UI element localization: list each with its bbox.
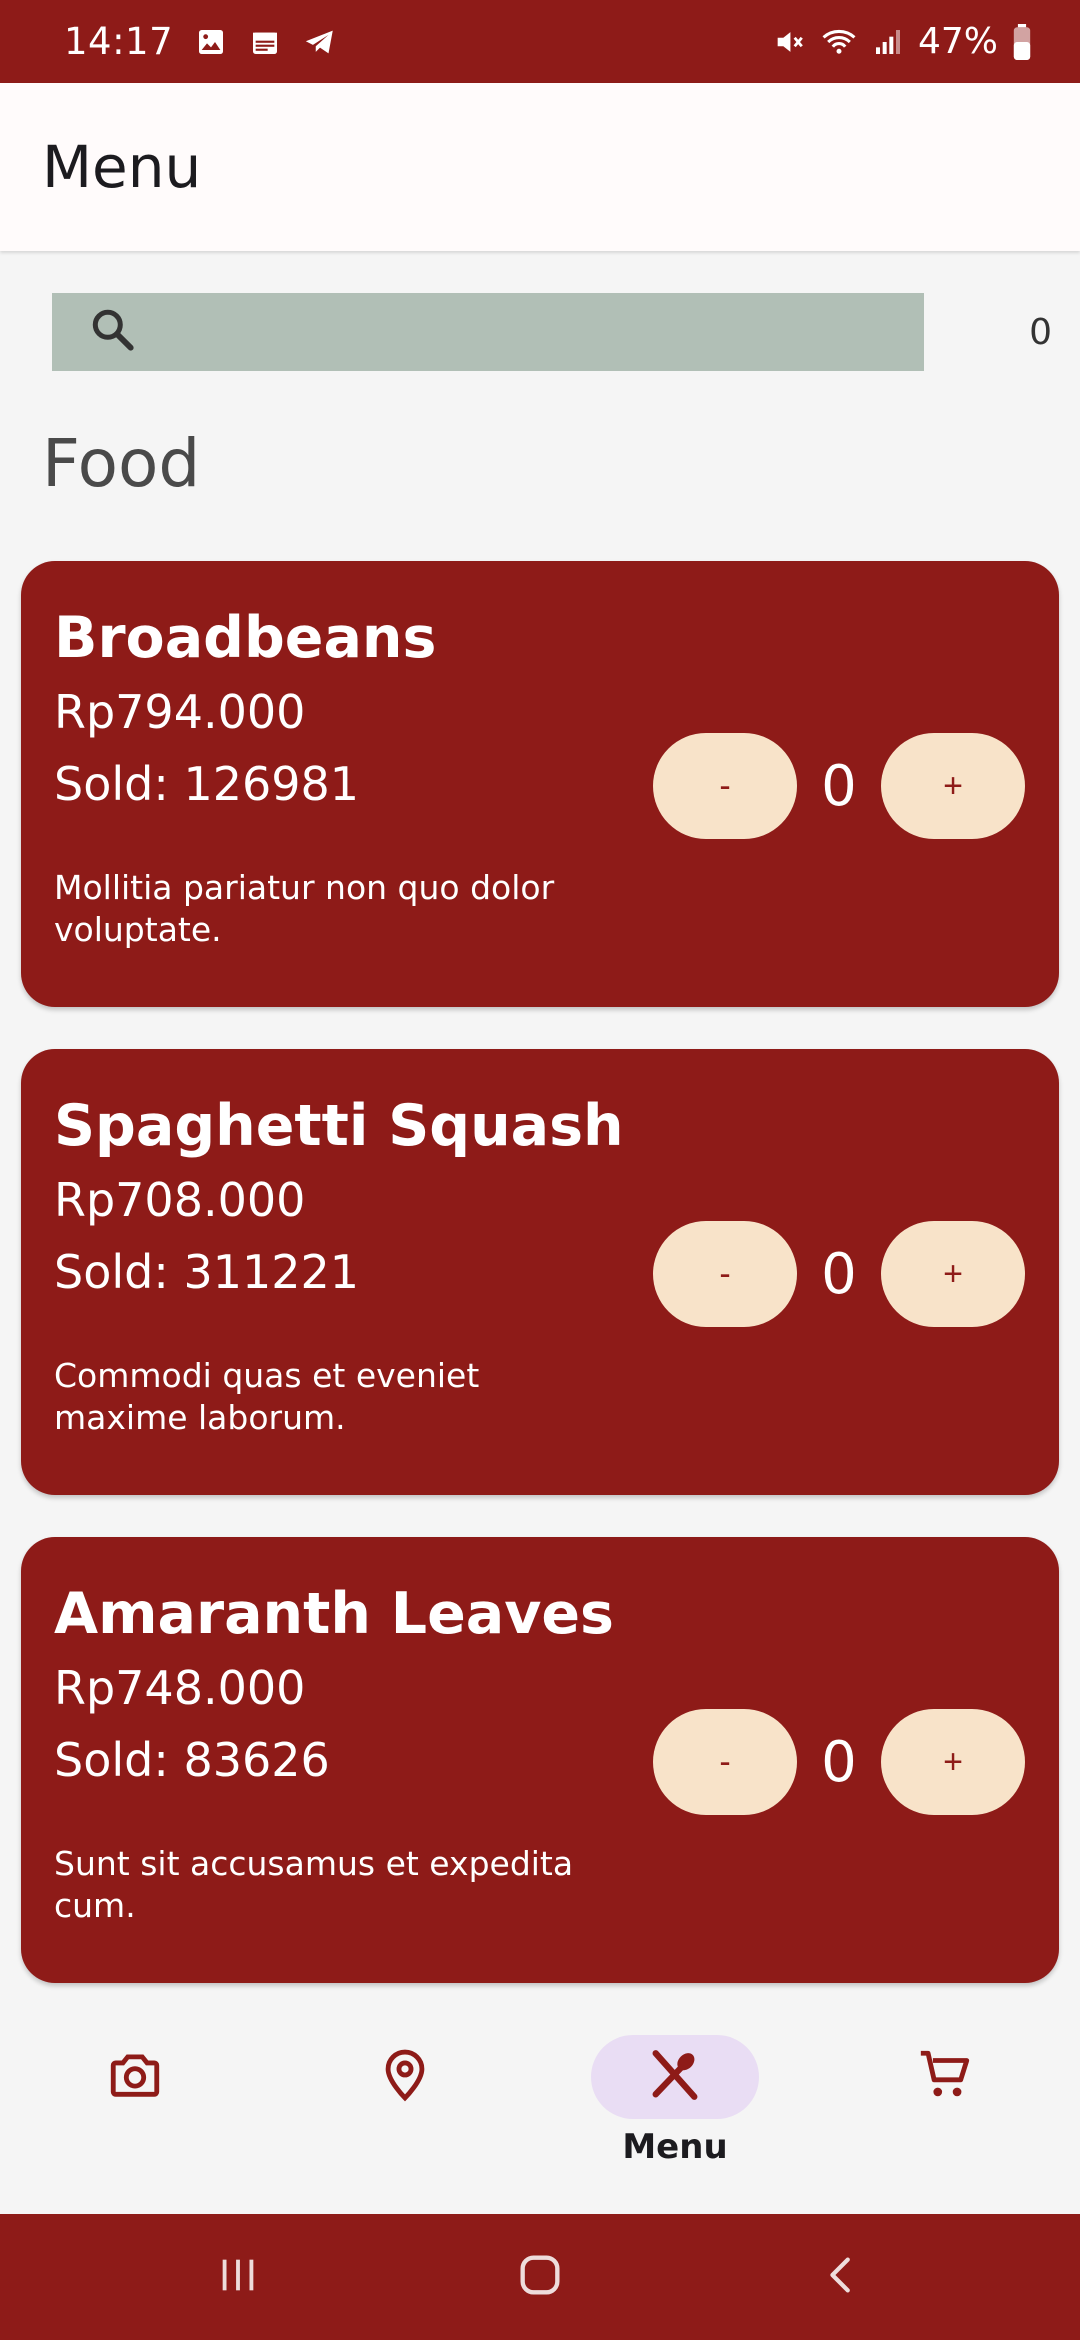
increase-button[interactable]: + [881,1221,1025,1327]
status-bar: 14:17 47% [0,0,1080,83]
mute-icon [772,25,806,59]
recent-apps-button[interactable] [138,2214,338,2340]
quantity-value: 0 [821,1241,857,1307]
telegram-icon [303,25,337,59]
system-navigation-bar [0,2214,1080,2340]
restaurant-icon [646,2046,704,2108]
cart-icon [916,2046,974,2108]
recent-apps-icon [215,2252,261,2302]
quantity-value: 0 [821,1729,857,1795]
nav-item-location[interactable] [270,2002,540,2214]
search-icon [88,305,138,359]
search-input[interactable] [52,293,924,371]
quantity-stepper: - 0 + [653,733,1025,839]
search-row: 0 [52,293,1052,371]
decrease-button[interactable]: - [653,1221,797,1327]
menu-item-card: Broadbeans Rp794.000 Sold: 126981 Mollit… [21,561,1059,1007]
decrease-button[interactable]: - [653,733,797,839]
quantity-stepper: - 0 + [653,1709,1025,1815]
quantity-stepper: - 0 + [653,1221,1025,1327]
location-icon [376,2046,434,2108]
wifi-icon [820,25,858,59]
app-bar: Menu [0,83,1080,251]
status-left: 14:17 [64,20,337,63]
item-price: Rp708.000 [54,1173,306,1227]
signal-icon [872,26,904,58]
gallery-icon [195,26,227,58]
status-time: 14:17 [64,20,174,63]
nav-icon-wrap [321,2035,489,2119]
increase-button[interactable]: + [881,1709,1025,1815]
item-description: Sunt sit accusamus et expedita cum. [54,1844,574,1925]
menu-item-card: Spaghetti Squash Rp708.000 Sold: 311221 … [21,1049,1059,1495]
item-description: Commodi quas et eveniet maxime laborum. [54,1356,480,1437]
page-title: Menu [42,133,202,201]
back-icon [819,2252,865,2302]
nav-icon-wrap [591,2035,759,2119]
nav-item-menu[interactable]: Menu [540,2002,810,2214]
battery-percent: 47% [917,21,998,62]
back-button[interactable] [742,2214,942,2340]
menu-item-card: Amaranth Leaves Rp748.000 Sold: 83626 Su… [21,1537,1059,1983]
status-right: 47% [772,21,1032,62]
item-description: Mollitia pariatur non quo dolor voluptat… [54,868,555,949]
item-sold: Sold: 83626 [54,1733,330,1787]
nav-item-camera[interactable] [0,2002,270,2214]
increase-button[interactable]: + [881,733,1025,839]
battery-icon [1012,23,1032,60]
decrease-button[interactable]: - [653,1709,797,1815]
item-name: Amaranth Leaves [54,1581,614,1647]
home-button[interactable] [440,2214,640,2340]
home-icon [514,2249,566,2305]
section-title: Food [42,425,201,502]
item-name: Broadbeans [54,605,437,671]
camera-icon [106,2046,164,2108]
nav-icon-wrap [861,2035,1029,2119]
nav-label-menu: Menu [622,2127,728,2167]
item-name: Spaghetti Squash [54,1093,624,1159]
item-sold: Sold: 311221 [54,1245,360,1299]
quantity-value: 0 [821,753,857,819]
item-sold: Sold: 126981 [54,757,360,811]
nav-item-cart[interactable] [810,2002,1080,2214]
item-price: Rp794.000 [54,685,306,739]
cart-count: 0 [1029,311,1052,353]
calendar-icon [249,26,281,58]
nav-icon-wrap [51,2035,219,2119]
bottom-navigation: Menu [0,2002,1080,2214]
item-price: Rp748.000 [54,1661,306,1715]
